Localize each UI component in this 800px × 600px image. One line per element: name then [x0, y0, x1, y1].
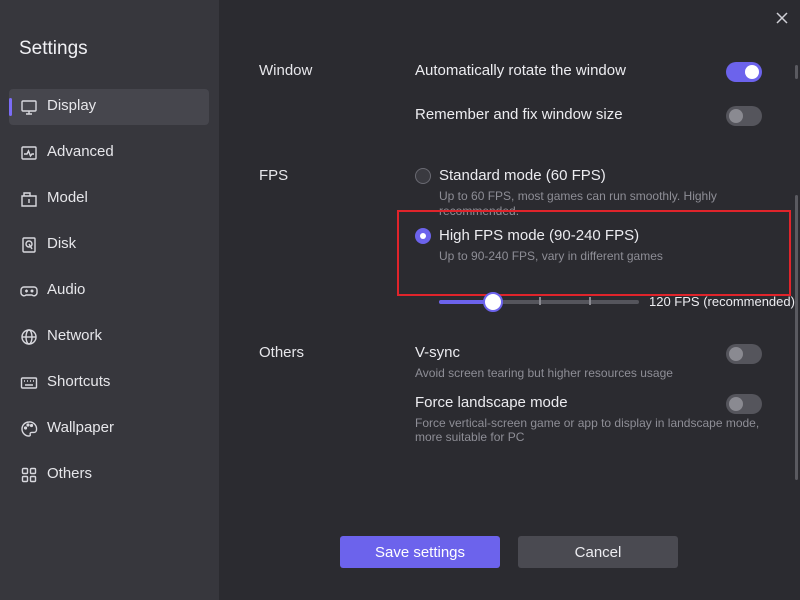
- sidebar-item-label: Wallpaper: [47, 419, 114, 436]
- high-fps-mode-description: Up to 90-240 FPS, vary in different game…: [439, 249, 663, 263]
- section-label-others: Others: [259, 344, 305, 361]
- section-label-fps: FPS: [259, 167, 289, 184]
- sidebar-item-network[interactable]: Network: [9, 319, 209, 355]
- toggle-knob: [729, 397, 743, 411]
- radio-dot: [420, 233, 426, 239]
- sidebar-title: Settings: [19, 38, 88, 59]
- force-landscape-label: Force landscape mode: [415, 394, 568, 411]
- disk-icon: [20, 236, 38, 254]
- sidebar: Settings Display Advanced Model Disk Aud…: [0, 0, 219, 600]
- force-landscape-description-2: more suitable for PC: [415, 430, 525, 444]
- vsync-label: V-sync: [415, 344, 461, 361]
- toggle-knob: [745, 65, 759, 79]
- toggle-knob: [729, 109, 743, 123]
- sidebar-item-others[interactable]: Others: [9, 457, 209, 493]
- high-fps-mode-label[interactable]: High FPS mode (90-240 FPS): [439, 227, 639, 244]
- slider-thumb[interactable]: [483, 292, 503, 312]
- sidebar-item-audio[interactable]: Audio: [9, 273, 209, 309]
- toggle-knob: [729, 347, 743, 361]
- model-icon: [20, 190, 38, 208]
- sidebar-item-label: Others: [47, 465, 93, 482]
- gamepad-icon: [20, 282, 38, 300]
- fps-slider-value: 120 FPS (recommended): [649, 294, 795, 309]
- standard-mode-description-1: Up to 60 FPS, most games can run smoothl…: [439, 189, 717, 203]
- cancel-button[interactable]: Cancel: [518, 536, 678, 568]
- slider-tick: [539, 297, 541, 305]
- active-indicator: [9, 98, 12, 116]
- sidebar-item-label: Advanced: [47, 143, 114, 160]
- sidebar-item-advanced[interactable]: Advanced: [9, 135, 209, 171]
- sidebar-item-label: Shortcuts: [47, 373, 111, 390]
- pulse-icon: [20, 144, 38, 162]
- keyboard-icon: [20, 374, 38, 392]
- standard-mode-radio[interactable]: [415, 168, 431, 184]
- vsync-description: Avoid screen tearing but higher resource…: [415, 366, 673, 380]
- sidebar-item-wallpaper[interactable]: Wallpaper: [9, 411, 209, 447]
- force-landscape-description-1: Force vertical-screen game or app to dis…: [415, 416, 760, 430]
- sidebar-item-label: Display: [47, 97, 97, 114]
- scrollbar-thumb[interactable]: [795, 195, 798, 480]
- sidebar-item-label: Audio: [47, 281, 86, 298]
- section-label-window: Window: [259, 62, 313, 79]
- sidebar-item-display[interactable]: Display: [9, 89, 209, 125]
- sidebar-item-label: Disk: [47, 235, 77, 252]
- scrollbar-top[interactable]: [795, 65, 798, 79]
- remember-size-label: Remember and fix window size: [415, 106, 623, 123]
- slider-tick: [589, 297, 591, 305]
- vsync-toggle[interactable]: [726, 344, 762, 364]
- high-fps-mode-radio[interactable]: [415, 228, 431, 244]
- force-landscape-toggle[interactable]: [726, 394, 762, 414]
- sidebar-item-shortcuts[interactable]: Shortcuts: [9, 365, 209, 401]
- palette-icon: [20, 420, 38, 438]
- remember-size-toggle[interactable]: [726, 106, 762, 126]
- fps-slider[interactable]: [439, 292, 639, 312]
- globe-icon: [20, 328, 38, 346]
- monitor-icon: [20, 98, 38, 116]
- grid-icon: [20, 466, 38, 484]
- close-icon[interactable]: [773, 9, 791, 27]
- auto-rotate-label: Automatically rotate the window: [415, 62, 626, 79]
- sidebar-item-label: Network: [47, 327, 103, 344]
- save-settings-button[interactable]: Save settings: [340, 536, 500, 568]
- auto-rotate-toggle[interactable]: [726, 62, 762, 82]
- sidebar-item-disk[interactable]: Disk: [9, 227, 209, 263]
- standard-mode-label[interactable]: Standard mode (60 FPS): [439, 167, 606, 184]
- sidebar-item-label: Model: [47, 189, 88, 206]
- sidebar-item-model[interactable]: Model: [9, 181, 209, 217]
